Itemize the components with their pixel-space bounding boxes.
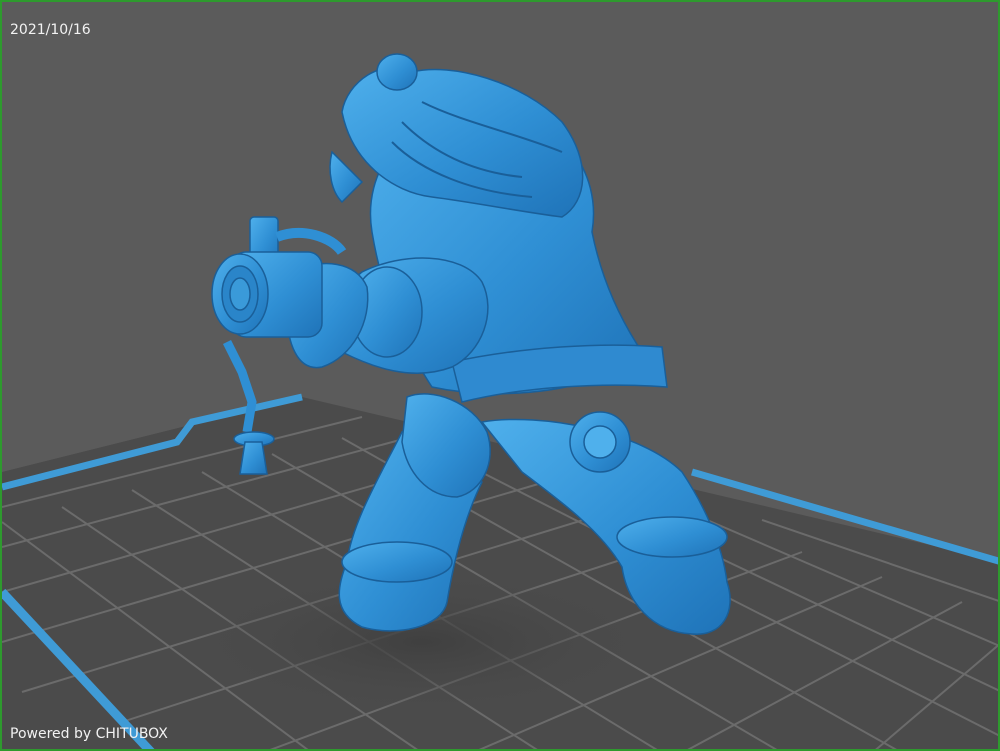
3d-viewport[interactable]: 2021/10/16 Powered by CHITUBOX [0, 0, 1000, 751]
date-stamp: 2021/10/16 [10, 22, 91, 38]
scene-canvas[interactable] [2, 2, 1000, 751]
powered-by-label: Powered by CHITUBOX [10, 726, 168, 742]
